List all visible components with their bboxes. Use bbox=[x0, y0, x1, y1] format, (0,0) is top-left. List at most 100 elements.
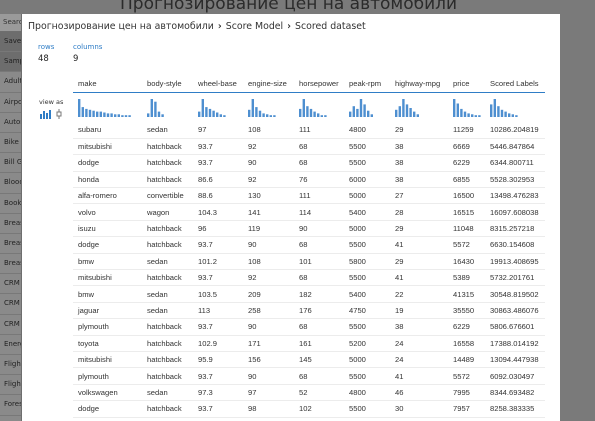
table-cell[interactable]: 5400 bbox=[344, 285, 390, 303]
table-cell[interactable]: 6092.030497 bbox=[485, 367, 545, 385]
table-cell[interactable]: mitsubishi bbox=[73, 351, 142, 369]
background-sidebar-item[interactable]: Saved bbox=[0, 32, 21, 53]
table-cell[interactable]: 10286.204819 bbox=[485, 122, 545, 139]
background-sidebar-item[interactable]: Bike R bbox=[0, 133, 21, 154]
table-cell[interactable]: 104.3 bbox=[193, 203, 243, 221]
table-cell[interactable]: 5572 bbox=[448, 236, 485, 254]
table-cell[interactable]: volvo bbox=[73, 203, 142, 221]
table-cell[interactable]: 98 bbox=[243, 400, 294, 418]
table-cell[interactable]: 95.9 bbox=[193, 351, 243, 369]
table-cell[interactable]: 5000 bbox=[344, 187, 390, 205]
table-cell[interactable]: toyota bbox=[73, 335, 142, 352]
background-search-input[interactable]: Search experiment items bbox=[0, 14, 21, 32]
table-cell[interactable]: 8315.257218 bbox=[485, 220, 545, 238]
background-sidebar-item[interactable]: Breast bbox=[0, 234, 21, 255]
table-cell[interactable]: 24 bbox=[390, 351, 448, 369]
table-cell[interactable]: sedan bbox=[142, 285, 193, 303]
table-cell[interactable]: 92 bbox=[243, 269, 294, 287]
table-cell[interactable]: bmw bbox=[73, 253, 142, 271]
table-cell[interactable]: dodge bbox=[73, 154, 142, 172]
table-cell[interactable]: 7995 bbox=[448, 384, 485, 402]
table-cell[interactable]: 8258.383335 bbox=[485, 400, 545, 418]
table-cell[interactable]: 38 bbox=[390, 138, 448, 156]
table-cell[interactable]: 16500 bbox=[448, 187, 485, 205]
table-cell[interactable]: 4800 bbox=[344, 384, 390, 402]
table-cell[interactable]: 5500 bbox=[344, 367, 390, 385]
table-cell[interactable]: 5400 bbox=[344, 203, 390, 221]
table-cell[interactable]: 5389 bbox=[448, 269, 485, 287]
column-header[interactable]: peak-rpm bbox=[344, 76, 390, 93]
column-header[interactable]: highway-mpg bbox=[390, 76, 448, 93]
table-cell[interactable]: 41315 bbox=[448, 285, 485, 303]
table-cell[interactable]: alfa-romero bbox=[73, 187, 142, 205]
table-cell[interactable]: 16515 bbox=[448, 203, 485, 221]
table-cell[interactable]: 22 bbox=[390, 285, 448, 303]
table-cell[interactable]: 97 bbox=[243, 384, 294, 402]
table-cell[interactable]: 92 bbox=[243, 138, 294, 156]
table-cell[interactable]: 24 bbox=[390, 335, 448, 352]
table-cell[interactable]: 97.3 bbox=[193, 384, 243, 402]
table-cell[interactable]: 27 bbox=[390, 187, 448, 205]
table-cell[interactable]: 38 bbox=[390, 171, 448, 189]
table-cell[interactable]: 141 bbox=[243, 203, 294, 221]
table-cell[interactable]: 16430 bbox=[448, 253, 485, 271]
column-histogram-cell[interactable] bbox=[448, 92, 485, 122]
table-cell[interactable]: 17388.014192 bbox=[485, 335, 545, 352]
background-sidebar-item[interactable]: Forest bbox=[0, 395, 21, 416]
table-cell[interactable]: hatchback bbox=[142, 171, 193, 189]
table-cell[interactable]: 113 bbox=[193, 302, 243, 320]
column-histogram-cell[interactable] bbox=[344, 92, 390, 122]
background-sidebar-item[interactable]: Airport bbox=[0, 93, 21, 113]
column-header[interactable]: price bbox=[448, 76, 485, 93]
table-cell[interactable]: 5500 bbox=[344, 269, 390, 287]
table-cell[interactable]: mitsubishi bbox=[73, 138, 142, 156]
table-cell[interactable]: 161 bbox=[294, 335, 344, 352]
column-histogram-cell[interactable] bbox=[142, 92, 193, 122]
column-header[interactable]: horsepower bbox=[294, 76, 344, 93]
table-cell[interactable]: 97 bbox=[193, 122, 243, 139]
table-cell[interactable]: 96 bbox=[193, 220, 243, 238]
table-cell[interactable]: 93.7 bbox=[193, 236, 243, 254]
table-cell[interactable]: 93.7 bbox=[193, 367, 243, 385]
table-cell[interactable]: 90 bbox=[243, 236, 294, 254]
table-cell[interactable]: 5800 bbox=[344, 253, 390, 271]
background-sidebar-item[interactable]: CRM bbox=[0, 294, 21, 315]
table-cell[interactable]: 4800 bbox=[344, 122, 390, 139]
table-cell[interactable]: hatchback bbox=[142, 269, 193, 287]
table-cell[interactable]: 5528.302953 bbox=[485, 171, 545, 189]
table-cell[interactable]: plymouth bbox=[73, 318, 142, 336]
table-cell[interactable]: hatchback bbox=[142, 351, 193, 369]
table-cell[interactable]: 35550 bbox=[448, 302, 485, 320]
table-cell[interactable]: 88.6 bbox=[193, 187, 243, 205]
table-cell[interactable]: 6344.800711 bbox=[485, 154, 545, 172]
table-cell[interactable]: sedan bbox=[142, 122, 193, 139]
table-cell[interactable]: 30548.819502 bbox=[485, 285, 545, 303]
table-cell[interactable]: 90 bbox=[243, 154, 294, 172]
table-cell[interactable]: bmw bbox=[73, 285, 142, 303]
table-cell[interactable]: sedan bbox=[142, 302, 193, 320]
table-cell[interactable]: 209 bbox=[243, 285, 294, 303]
table-cell[interactable]: 7957 bbox=[448, 400, 485, 418]
table-cell[interactable]: sedan bbox=[142, 384, 193, 402]
background-sidebar-item[interactable]: Flight bbox=[0, 375, 21, 396]
table-cell[interactable]: 114 bbox=[294, 203, 344, 221]
background-sidebar-item[interactable]: Breast bbox=[0, 254, 21, 275]
table-cell[interactable]: 102.9 bbox=[193, 335, 243, 352]
table-cell[interactable]: 16097.608038 bbox=[485, 203, 545, 221]
table-cell[interactable]: 171 bbox=[243, 335, 294, 352]
column-histogram-cell[interactable] bbox=[73, 92, 142, 122]
table-cell[interactable]: 38 bbox=[390, 154, 448, 172]
table-cell[interactable]: 6669 bbox=[448, 138, 485, 156]
background-sidebar-item[interactable]: Breast bbox=[0, 214, 21, 234]
table-cell[interactable]: 90 bbox=[243, 318, 294, 336]
table-cell[interactable]: 4750 bbox=[344, 302, 390, 320]
table-cell[interactable]: 13094.447938 bbox=[485, 351, 545, 369]
background-sidebar-item[interactable]: Energy bbox=[0, 335, 21, 355]
column-header[interactable]: body-style bbox=[142, 76, 193, 93]
table-cell[interactable]: hatchback bbox=[142, 367, 193, 385]
background-sidebar-item[interactable]: CRM bbox=[0, 274, 21, 295]
table-cell[interactable]: 93.7 bbox=[193, 269, 243, 287]
table-cell[interactable]: 119 bbox=[243, 220, 294, 238]
table-cell[interactable]: 68 bbox=[294, 367, 344, 385]
table-cell[interactable]: volkswagen bbox=[73, 384, 142, 402]
